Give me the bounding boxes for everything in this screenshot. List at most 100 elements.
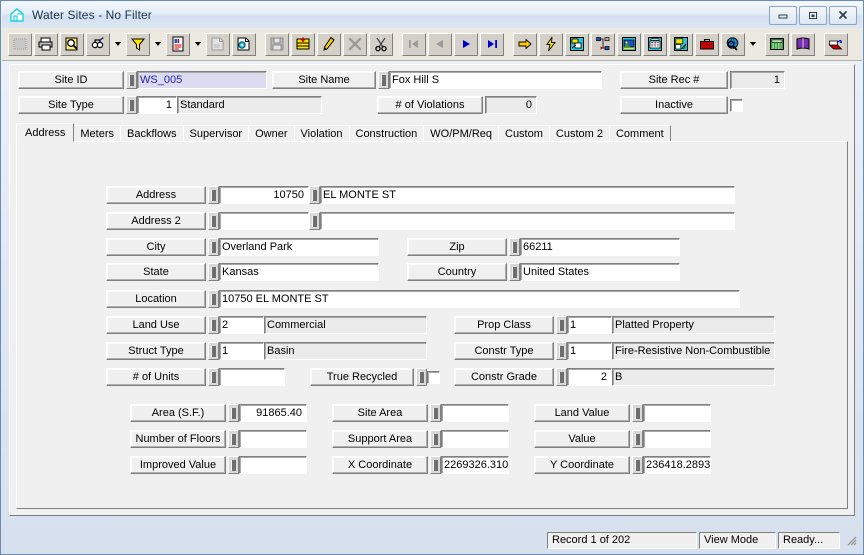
- find-icon[interactable]: [86, 32, 110, 56]
- tab-address[interactable]: Address: [16, 123, 75, 142]
- support-area-input[interactable]: [441, 430, 509, 448]
- duplicate-icon[interactable]: [232, 32, 256, 56]
- filter-icon[interactable]: [126, 32, 150, 56]
- true-recycled-label[interactable]: True Recycled: [310, 368, 414, 386]
- address2-street-lookup-button[interactable]: [309, 212, 320, 230]
- copy-record-icon[interactable]: [206, 32, 230, 56]
- improved-value-input[interactable]: [239, 456, 307, 474]
- area-sf-input[interactable]: 91865.40: [239, 404, 307, 422]
- zip-input[interactable]: 66211: [520, 238, 680, 256]
- country-lookup-button[interactable]: [509, 263, 520, 281]
- land-use-lookup-button[interactable]: [208, 316, 219, 334]
- true-recycled-checkbox[interactable]: [427, 370, 440, 384]
- area-sf-lookup-button[interactable]: [228, 404, 239, 422]
- y-coordinate-label[interactable]: Y Coordinate: [534, 456, 630, 474]
- location-input[interactable]: 10750 EL MONTE ST: [219, 290, 740, 308]
- y-coordinate-input[interactable]: 236418.2893: [643, 456, 711, 474]
- attachment-image-icon[interactable]: [669, 32, 693, 56]
- site-area-label[interactable]: Site Area: [332, 404, 428, 422]
- site-name-input[interactable]: Fox Hill S: [389, 71, 602, 89]
- tab-wo-pm-req[interactable]: WO/PM/Req: [423, 125, 499, 142]
- constr-grade-lookup-button[interactable]: [556, 368, 567, 386]
- site-rec-label[interactable]: Site Rec #: [620, 71, 728, 89]
- site-id-lookup-button[interactable]: [126, 71, 137, 89]
- goto-arrow-icon[interactable]: [513, 32, 537, 56]
- improved-value-lookup-button[interactable]: [228, 456, 239, 474]
- site-id-input[interactable]: WS_005: [137, 71, 267, 89]
- tab-meters[interactable]: Meters: [73, 125, 121, 142]
- value-label[interactable]: Value: [534, 430, 630, 448]
- save-icon[interactable]: [265, 32, 289, 56]
- restore-button[interactable]: [799, 5, 827, 25]
- report-dropdown-arrow[interactable]: [191, 32, 204, 56]
- city-label[interactable]: City: [106, 238, 206, 256]
- site-id-label[interactable]: Site ID: [18, 71, 124, 89]
- print-preview-icon[interactable]: [60, 32, 84, 56]
- country-input[interactable]: United States: [520, 263, 680, 281]
- post-icon[interactable]: [291, 32, 315, 56]
- address-street-input[interactable]: EL MONTE ST: [320, 186, 735, 204]
- address2-label[interactable]: Address 2: [106, 212, 206, 230]
- tab-owner[interactable]: Owner: [248, 125, 295, 142]
- exit-icon[interactable]: [824, 32, 848, 56]
- book-icon[interactable]: [791, 32, 815, 56]
- location-lookup-button[interactable]: [208, 290, 219, 308]
- constr-grade-code[interactable]: 2: [567, 368, 612, 386]
- delete-x-icon[interactable]: [343, 32, 367, 56]
- x-coordinate-lookup-button[interactable]: [430, 456, 441, 474]
- site-type-code[interactable]: 1: [137, 96, 177, 114]
- constr-type-code[interactable]: 1: [567, 342, 612, 360]
- support-area-label[interactable]: Support Area: [332, 430, 428, 448]
- state-label[interactable]: State: [106, 263, 206, 281]
- floors-label[interactable]: Number of Floors: [130, 430, 226, 448]
- select-all-icon[interactable]: [8, 32, 32, 56]
- fax-icon[interactable]: [643, 32, 667, 56]
- prop-class-label[interactable]: Prop Class: [454, 316, 554, 334]
- globe-dropdown-arrow[interactable]: [746, 32, 759, 56]
- country-label[interactable]: Country: [407, 263, 507, 281]
- state-input[interactable]: Kansas: [219, 263, 379, 281]
- address2-number-input[interactable]: [219, 212, 309, 230]
- units-lookup-button[interactable]: [208, 368, 219, 386]
- inactive-label[interactable]: Inactive: [620, 96, 728, 114]
- address-number-lookup-button[interactable]: [208, 186, 219, 204]
- site-type-lookup-button[interactable]: [126, 96, 137, 114]
- floors-lookup-button[interactable]: [228, 430, 239, 448]
- hierarchy-icon[interactable]: [591, 32, 615, 56]
- lightning-icon[interactable]: [539, 32, 563, 56]
- city-input[interactable]: Overland Park: [219, 238, 379, 256]
- constr-type-lookup-button[interactable]: [556, 342, 567, 360]
- cut-scissors-icon[interactable]: [369, 32, 393, 56]
- land-use-label[interactable]: Land Use: [106, 316, 206, 334]
- resize-grip-icon[interactable]: [844, 533, 858, 547]
- last-record-icon[interactable]: [480, 32, 504, 56]
- tab-custom-2[interactable]: Custom 2: [548, 125, 610, 142]
- tab-custom[interactable]: Custom: [498, 125, 550, 142]
- address-number-input[interactable]: 10750: [219, 186, 309, 204]
- y-coordinate-lookup-button[interactable]: [632, 456, 643, 474]
- calculator-icon[interactable]: [765, 32, 789, 56]
- title-bar[interactable]: Water Sites - No Filter: [2, 2, 862, 28]
- units-input[interactable]: [219, 368, 285, 386]
- improved-value-label[interactable]: Improved Value: [130, 456, 226, 474]
- next-record-icon[interactable]: [454, 32, 478, 56]
- city-lookup-button[interactable]: [208, 238, 219, 256]
- previous-record-icon[interactable]: [428, 32, 452, 56]
- struct-type-code[interactable]: 1: [219, 342, 264, 360]
- state-lookup-button[interactable]: [208, 263, 219, 281]
- x-coordinate-input[interactable]: 2269326.3100: [441, 456, 509, 474]
- site-area-lookup-button[interactable]: [430, 404, 441, 422]
- image-icon[interactable]: [617, 32, 641, 56]
- toolbox-icon[interactable]: [695, 32, 719, 56]
- address-label[interactable]: Address: [106, 186, 206, 204]
- print-icon[interactable]: [34, 32, 58, 56]
- find-dropdown-arrow[interactable]: [111, 32, 124, 56]
- struct-type-lookup-button[interactable]: [208, 342, 219, 360]
- globe-search-icon[interactable]: [721, 32, 745, 56]
- tab-supervisor[interactable]: Supervisor: [182, 125, 250, 142]
- prop-class-code[interactable]: 1: [567, 316, 612, 334]
- close-button[interactable]: [829, 5, 857, 25]
- tab-backflows[interactable]: Backflows: [119, 125, 184, 142]
- tab-comment[interactable]: Comment: [608, 125, 671, 142]
- site-name-lookup-button[interactable]: [378, 71, 389, 89]
